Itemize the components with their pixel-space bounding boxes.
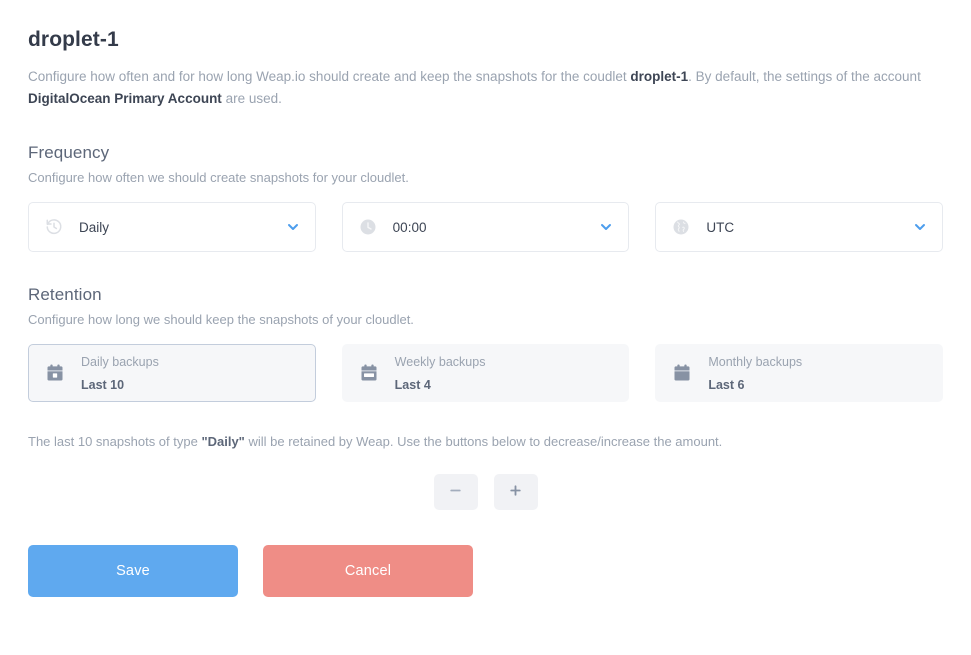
- retention-description: Configure how long we should keep the sn…: [28, 312, 414, 327]
- retention-card-monthly-label: Monthly backups: [708, 354, 803, 369]
- frequency-interval-value: Daily: [79, 219, 110, 235]
- retention-card-monthly[interactable]: Monthly backups Last 6: [655, 344, 944, 402]
- page-title: droplet-1: [28, 28, 119, 51]
- minus-icon: [447, 482, 464, 502]
- retention-card-monthly-amount: Last 6: [708, 378, 745, 392]
- retention-card-monthly-text: Monthly backups Last 6: [708, 350, 802, 396]
- increase-amount-button[interactable]: [493, 474, 538, 510]
- retention-cards-row: Daily backups Last 10 Weekly backups Las…: [28, 344, 944, 402]
- frequency-timezone-select[interactable]: UTC: [655, 202, 944, 252]
- page-description-cloudlet-name: droplet-1: [630, 69, 689, 84]
- calendar-week-icon: [359, 363, 379, 383]
- history-icon: [45, 218, 63, 236]
- retention-card-daily-text: Daily backups Last 10: [81, 350, 159, 396]
- snapshot-settings-page: droplet-1 Configure how often and for ho…: [0, 0, 971, 655]
- retention-note-part2: will be retained by Weap. Use the button…: [244, 434, 723, 449]
- chevron-down-icon[interactable]: [285, 219, 301, 235]
- frequency-interval-select[interactable]: Daily: [28, 202, 316, 252]
- retention-card-daily-label: Daily backups: [81, 354, 159, 369]
- chevron-down-icon[interactable]: [912, 219, 928, 235]
- retention-card-weekly-amount: Last 4: [394, 378, 431, 392]
- decrease-amount-button[interactable]: [433, 474, 478, 510]
- calendar-day-icon: [45, 363, 65, 383]
- frequency-time-value: 00:00: [392, 219, 427, 235]
- retention-card-daily-amount: Last 10: [81, 378, 125, 392]
- page-description: Configure how often and for how long Wea…: [28, 66, 933, 110]
- clock-icon: [359, 218, 377, 236]
- frequency-section: Frequency Configure how often we should …: [28, 143, 944, 252]
- retention-section: Retention Configure how long we should k…: [28, 285, 944, 510]
- page-description-part2: . By default, the settings of the accoun…: [688, 69, 921, 84]
- page-description-account-name: DigitalOcean Primary Account: [28, 91, 222, 106]
- cancel-button[interactable]: Cancel: [263, 545, 473, 597]
- page-description-part3: are used.: [221, 91, 282, 106]
- retention-note-part1: The last 10 snapshots of type: [28, 434, 202, 449]
- form-actions: Save Cancel: [28, 545, 943, 597]
- chevron-down-icon[interactable]: [598, 219, 614, 235]
- retention-amount-stepper: [28, 474, 943, 510]
- calendar-month-icon: [672, 363, 692, 383]
- frequency-heading: Frequency: [28, 143, 110, 162]
- retention-note-type: "Daily": [201, 434, 245, 449]
- page-description-part1: Configure how often and for how long Wea…: [28, 69, 631, 84]
- retention-card-weekly-text: Weekly backups Last 4: [395, 350, 486, 396]
- frequency-timezone-value: UTC: [706, 219, 735, 235]
- frequency-description: Configure how often we should create sna…: [28, 170, 409, 185]
- retention-heading: Retention: [28, 285, 102, 304]
- plus-icon: [507, 482, 524, 502]
- frequency-controls-row: Daily 00:00 UTC: [28, 202, 944, 252]
- retention-card-weekly[interactable]: Weekly backups Last 4: [341, 344, 630, 402]
- retention-card-weekly-label: Weekly backups: [394, 354, 486, 369]
- frequency-time-select[interactable]: 00:00: [341, 202, 630, 252]
- retention-note: The last 10 snapshots of type "Daily" wi…: [28, 434, 943, 449]
- globe-icon: [672, 218, 690, 236]
- save-button[interactable]: Save: [28, 545, 238, 597]
- retention-card-daily[interactable]: Daily backups Last 10: [28, 344, 316, 402]
